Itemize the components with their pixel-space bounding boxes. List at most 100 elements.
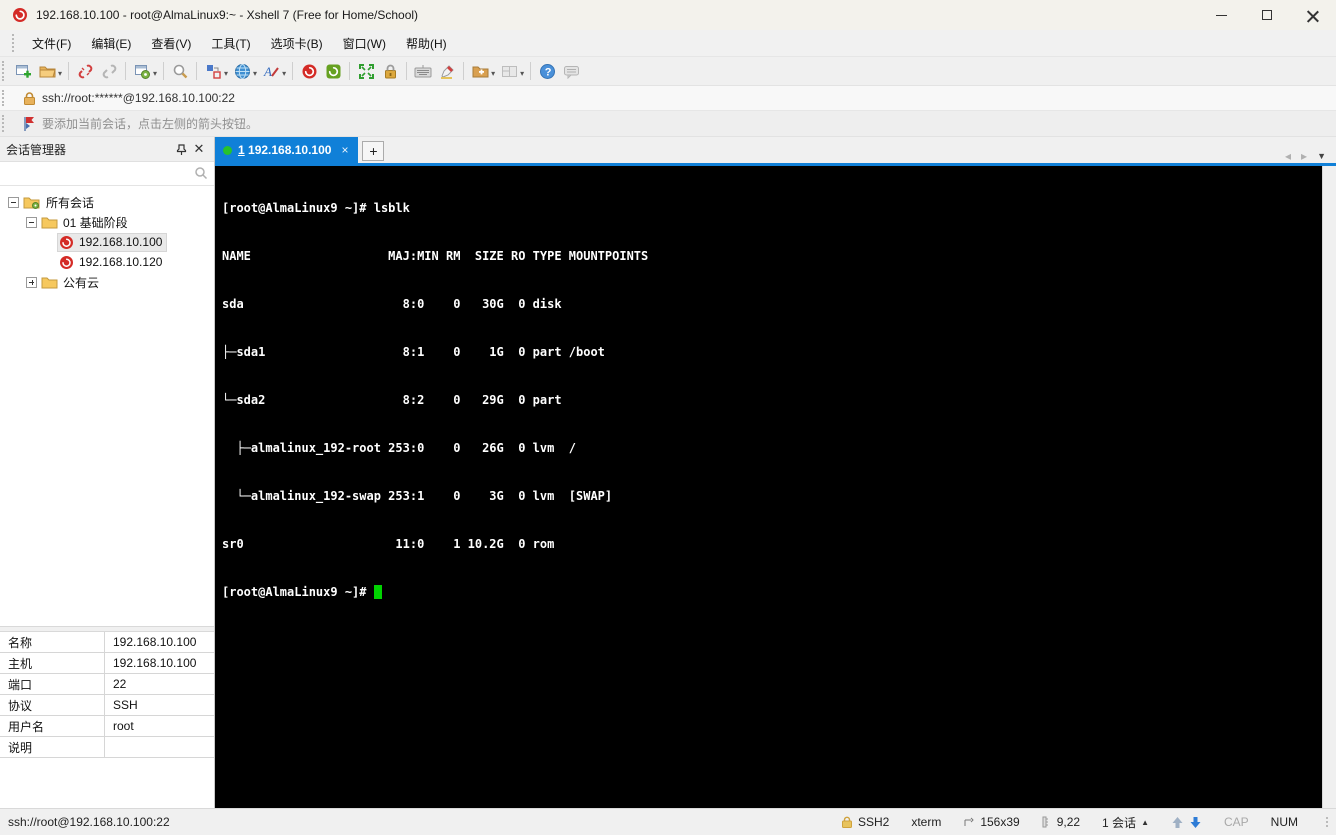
fullscreen-icon[interactable] [354, 59, 378, 83]
session-search-input[interactable] [0, 162, 214, 185]
new-terminal-icon[interactable] [468, 59, 492, 83]
maximize-button[interactable] [1244, 0, 1290, 30]
menu-edit[interactable]: 编辑(E) [82, 31, 140, 56]
browser-dropdown-caret[interactable]: ▾ [253, 69, 257, 78]
tree-item-all-sessions[interactable]: 所有会话 [0, 192, 214, 212]
search-icon[interactable] [194, 166, 208, 183]
tab-session-active[interactable]: 1 192.168.10.100 × [215, 137, 359, 163]
status-encryption: SSH2 [841, 815, 889, 829]
resize-grip[interactable] [1326, 817, 1328, 827]
help-icon[interactable]: ? [535, 59, 559, 83]
tree-item-folder-01[interactable]: 01 基础阶段 [0, 212, 214, 232]
tree-item-public-cloud[interactable]: 公有云 [0, 272, 214, 292]
panel-close-icon[interactable]: ✕ [190, 140, 208, 158]
chevron-up-icon: ▲ [1141, 817, 1149, 827]
expand-icon[interactable] [26, 276, 37, 288]
lock-screen-icon[interactable] [378, 59, 402, 83]
menu-tabs[interactable]: 选项卡(B) [262, 31, 332, 56]
toolbar-grip[interactable] [12, 33, 18, 53]
terminal-line: sda 8:0 0 30G 0 disk [222, 297, 569, 311]
flag-icon[interactable] [23, 116, 36, 131]
status-terminal-size: 156x39 [963, 815, 1020, 829]
terminal-scrollbar[interactable] [1322, 166, 1336, 808]
tree-item-session-100[interactable]: 192.168.10.100 [0, 232, 214, 252]
minimize-button[interactable] [1198, 0, 1244, 30]
web-browser-icon[interactable] [230, 59, 254, 83]
font-icon[interactable]: A [259, 59, 283, 83]
property-row: 主机 192.168.10.100 [0, 653, 214, 674]
address-grip[interactable] [2, 89, 8, 107]
status-terminal-type[interactable]: xterm [911, 815, 941, 829]
terminal-screen[interactable]: [root@AlmaLinux9 ~]# lsblk NAME MAJ:MIN … [215, 166, 1336, 808]
open-folder-icon[interactable] [35, 59, 59, 83]
menu-tools[interactable]: 工具(T) [202, 31, 259, 56]
properties-dropdown-caret[interactable]: ▾ [153, 69, 157, 78]
scroll-down-icon[interactable] [1189, 816, 1202, 829]
open-dropdown-caret[interactable]: ▾ [58, 69, 62, 78]
window-title: 192.168.10.100 - root@AlmaLinux9:~ - Xsh… [36, 8, 419, 22]
tab-scroll-left-icon[interactable]: ◂ [1285, 149, 1291, 163]
session-count-dropdown[interactable]: 1 会话 ▲ [1102, 814, 1149, 831]
title-bar: 192.168.10.100 - root@AlmaLinux9:~ - Xsh… [0, 0, 1336, 30]
disconnect-icon[interactable] [73, 59, 97, 83]
menu-file[interactable]: 文件(F) [23, 31, 80, 56]
folder-icon [41, 275, 58, 289]
reconnect-icon[interactable] [97, 59, 121, 83]
terminal-prompt: [root@AlmaLinux9 ~]# [222, 585, 374, 599]
new-session-icon[interactable] [11, 59, 35, 83]
find-icon[interactable] [168, 59, 192, 83]
new-tab-button[interactable]: + [362, 141, 385, 161]
xshell-icon[interactable] [297, 59, 321, 83]
menu-window[interactable]: 窗口(W) [334, 31, 395, 56]
status-url: ssh://root@192.168.10.100:22 [8, 815, 170, 829]
new-terminal-dropdown-caret[interactable]: ▾ [491, 69, 495, 78]
session-tree: 所有会话 01 基础阶段 192.168.10.100 192.168.10.1… [0, 186, 214, 626]
info-grip[interactable] [2, 114, 8, 133]
terminal-line: [root@AlmaLinux9 ~]# lsblk [222, 201, 410, 215]
collapse-icon[interactable] [26, 216, 37, 228]
address-bar[interactable]: ssh://root:******@192.168.10.100:22 [0, 86, 1336, 111]
caps-lock-indicator: CAP [1223, 815, 1249, 829]
address-url[interactable]: ssh://root:******@192.168.10.100:22 [42, 91, 235, 105]
feedback-icon[interactable] [559, 59, 583, 83]
terminal-cursor [373, 585, 382, 599]
close-button[interactable] [1290, 0, 1336, 30]
virtual-keyboard-icon[interactable] [411, 59, 435, 83]
layout-dropdown-caret[interactable]: ▾ [520, 69, 524, 78]
menu-help[interactable]: 帮助(H) [397, 31, 456, 56]
resize-icon [964, 817, 975, 826]
connected-dot-icon [223, 145, 232, 155]
transfer-dropdown-caret[interactable]: ▾ [224, 69, 228, 78]
terminal-line: └─almalinux_192-swap 253:1 0 3G 0 lvm [S… [222, 489, 613, 503]
tab-scroll-right-icon[interactable]: ▸ [1301, 149, 1307, 163]
num-lock-indicator: NUM [1270, 815, 1298, 829]
new-file-transfer-icon[interactable] [201, 59, 225, 83]
session-properties-icon[interactable] [130, 59, 154, 83]
info-bar: 要添加当前会话，点击左侧的箭头按钮。 [0, 111, 1336, 137]
menu-view[interactable]: 查看(V) [142, 31, 200, 56]
scroll-up-icon[interactable] [1171, 816, 1184, 829]
layout-icon[interactable] [497, 59, 521, 83]
session-manager-panel: 会话管理器 ✕ 所有会话 01 基础阶段 192.168.10.100 192.… [0, 137, 215, 808]
property-row: 用户名 root [0, 716, 214, 737]
status-cursor-position: 9,22 [1042, 815, 1080, 829]
font-dropdown-caret[interactable]: ▾ [282, 69, 286, 78]
highlight-icon[interactable] [435, 59, 459, 83]
tab-list-dropdown-icon[interactable]: ▼ [1317, 151, 1326, 161]
svg-text:?: ? [544, 66, 551, 78]
collapse-icon[interactable] [8, 196, 19, 208]
root-folder-icon [23, 195, 41, 209]
tab-bar: 1 192.168.10.100 × + ◂ ▸ ▼ [215, 137, 1336, 163]
session-properties-table: 名称 192.168.10.100 主机 192.168.10.100 端口 22 协… [0, 632, 214, 758]
property-row: 说明 [0, 737, 214, 758]
pin-icon[interactable] [172, 140, 190, 158]
folder-icon [41, 215, 58, 229]
property-row: 协议 SSH [0, 695, 214, 716]
svg-text:A: A [263, 64, 272, 79]
session-icon [59, 255, 74, 270]
toolbar-grip[interactable] [2, 61, 8, 81]
tree-item-session-120[interactable]: 192.168.10.120 [0, 252, 214, 272]
xftp-icon[interactable] [321, 59, 345, 83]
tab-close-icon[interactable]: × [341, 143, 348, 157]
terminal-line: ├─almalinux_192-root 253:0 0 26G 0 lvm / [222, 441, 577, 455]
